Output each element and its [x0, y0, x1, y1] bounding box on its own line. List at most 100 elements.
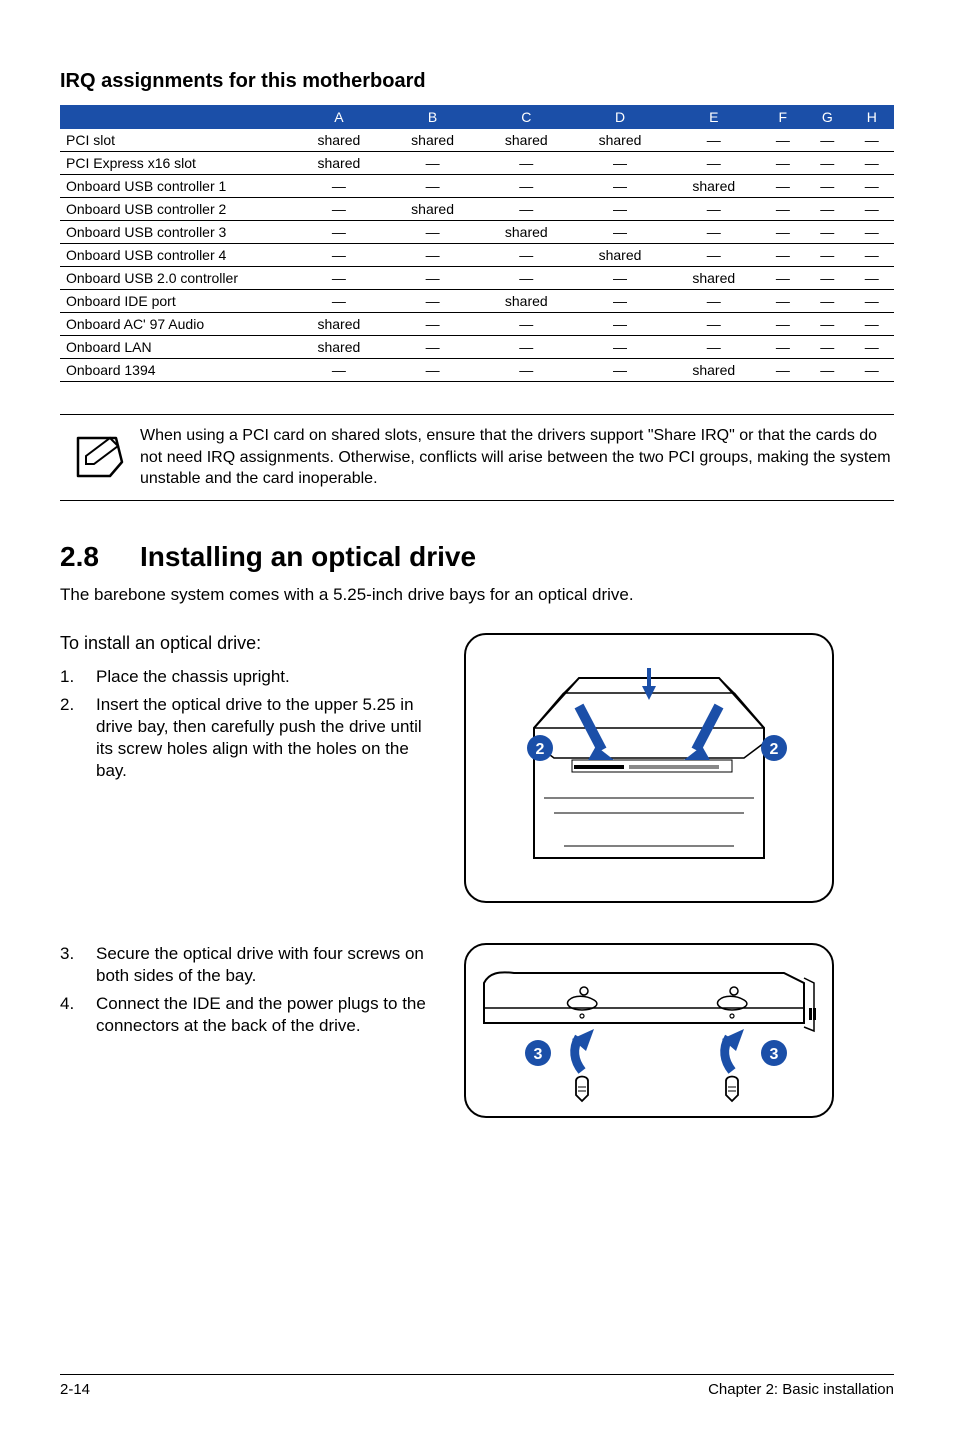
cell: — — [386, 267, 480, 290]
cell: — — [761, 336, 805, 359]
table-row: PCI slotsharedsharedsharedshared———— — [60, 129, 894, 152]
cell: — — [573, 267, 667, 290]
cell: — — [573, 175, 667, 198]
cell: — — [292, 175, 386, 198]
cell: shared — [479, 290, 573, 313]
cell: shared — [479, 129, 573, 152]
cell: shared — [479, 221, 573, 244]
section-heading: 2.8Installing an optical drive — [60, 541, 894, 573]
cell: — — [805, 152, 849, 175]
cell: — — [667, 336, 761, 359]
step-number: 1. — [60, 666, 96, 688]
cell: — — [479, 267, 573, 290]
steps-list-2: 3.Secure the optical drive with four scr… — [60, 943, 440, 1037]
row-label: PCI slot — [60, 129, 292, 152]
figure-1: 2 2 — [464, 633, 834, 903]
cell: — — [292, 244, 386, 267]
cell: shared — [667, 359, 761, 382]
table-header: F — [761, 105, 805, 129]
cell: — — [386, 221, 480, 244]
cell: — — [573, 359, 667, 382]
cell: — — [850, 244, 895, 267]
cell: — — [479, 152, 573, 175]
cell: shared — [386, 198, 480, 221]
cell: — — [850, 175, 895, 198]
cell: — — [850, 359, 895, 382]
table-header: D — [573, 105, 667, 129]
note-pencil-icon — [60, 432, 140, 482]
cell: — — [761, 359, 805, 382]
cell: — — [805, 129, 849, 152]
cell: — — [667, 221, 761, 244]
step-text: Insert the optical drive to the upper 5.… — [96, 694, 440, 782]
cell: — — [573, 290, 667, 313]
cell: — — [850, 152, 895, 175]
irq-table: ABCDEFGH PCI slotsharedsharedsharedshare… — [60, 105, 894, 382]
row-label: Onboard LAN — [60, 336, 292, 359]
chapter-label: Chapter 2: Basic installation — [708, 1381, 894, 1398]
cell: — — [761, 221, 805, 244]
list-item: 1.Place the chassis upright. — [60, 666, 440, 688]
page-footer: 2-14 Chapter 2: Basic installation — [60, 1374, 894, 1398]
cell: — — [292, 198, 386, 221]
table-row: Onboard LANshared——————— — [60, 336, 894, 359]
cell: — — [667, 152, 761, 175]
step-number: 3. — [60, 943, 96, 987]
table-row: Onboard USB controller 3——shared————— — [60, 221, 894, 244]
install-subtitle: To install an optical drive: — [60, 633, 440, 654]
callout-2-right: 2 — [770, 741, 779, 758]
cell: — — [667, 244, 761, 267]
note-text: When using a PCI card on shared slots, e… — [140, 425, 894, 490]
cell: — — [386, 359, 480, 382]
cell: shared — [386, 129, 480, 152]
table-row: Onboard USB 2.0 controller————shared——— — [60, 267, 894, 290]
note-box: When using a PCI card on shared slots, e… — [60, 414, 894, 501]
table-header — [60, 105, 292, 129]
cell: — — [805, 267, 849, 290]
cell: — — [805, 244, 849, 267]
cell: — — [479, 313, 573, 336]
row-label: Onboard USB controller 1 — [60, 175, 292, 198]
cell: — — [805, 359, 849, 382]
cell: — — [386, 313, 480, 336]
cell: — — [805, 336, 849, 359]
step-text: Secure the optical drive with four screw… — [96, 943, 440, 987]
cell: shared — [573, 129, 667, 152]
cell: — — [386, 290, 480, 313]
table-header: B — [386, 105, 480, 129]
cell: — — [479, 336, 573, 359]
row-label: Onboard IDE port — [60, 290, 292, 313]
cell: — — [667, 290, 761, 313]
section-number: 2.8 — [60, 541, 140, 573]
irq-heading: IRQ assignments for this motherboard — [60, 70, 894, 93]
table-row: Onboard USB controller 2—shared—————— — [60, 198, 894, 221]
table-header: G — [805, 105, 849, 129]
cell: — — [850, 221, 895, 244]
cell: — — [761, 129, 805, 152]
cell: — — [761, 244, 805, 267]
list-item: 3.Secure the optical drive with four scr… — [60, 943, 440, 987]
row-label: Onboard USB 2.0 controller — [60, 267, 292, 290]
row-label: Onboard USB controller 4 — [60, 244, 292, 267]
cell: — — [386, 336, 480, 359]
cell: shared — [292, 129, 386, 152]
cell: shared — [292, 336, 386, 359]
table-row: Onboard IDE port——shared————— — [60, 290, 894, 313]
page-number: 2-14 — [60, 1381, 90, 1398]
cell: — — [850, 313, 895, 336]
row-label: PCI Express x16 slot — [60, 152, 292, 175]
cell: — — [292, 359, 386, 382]
cell: — — [573, 336, 667, 359]
cell: — — [805, 221, 849, 244]
cell: — — [479, 244, 573, 267]
cell: — — [292, 267, 386, 290]
cell: — — [761, 290, 805, 313]
cell: shared — [667, 175, 761, 198]
cell: — — [805, 313, 849, 336]
cell: — — [386, 175, 480, 198]
cell: — — [805, 198, 849, 221]
callout-2-left: 2 — [536, 741, 545, 758]
cell: — — [850, 267, 895, 290]
table-header: C — [479, 105, 573, 129]
cell: — — [805, 290, 849, 313]
